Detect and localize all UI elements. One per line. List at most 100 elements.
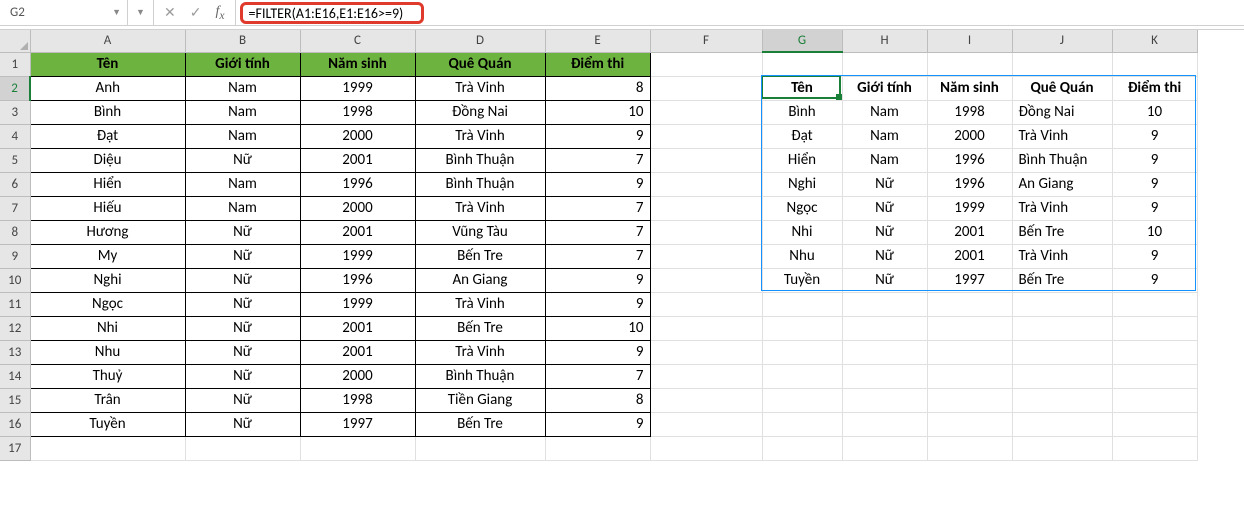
cell-J4[interactable]: Trà Vinh xyxy=(1012,124,1112,148)
cell-C9[interactable]: 1999 xyxy=(300,244,415,268)
cell-G11[interactable] xyxy=(762,292,842,316)
cell-J7[interactable]: Trà Vinh xyxy=(1012,196,1112,220)
cell-I5[interactable]: 1996 xyxy=(927,148,1012,172)
cell-I10[interactable]: 1997 xyxy=(927,268,1012,292)
cell-D5[interactable]: Bình Thuận xyxy=(415,148,545,172)
cell-A8[interactable]: Hương xyxy=(30,220,185,244)
cell-H13[interactable] xyxy=(842,340,927,364)
cell-I9[interactable]: 2001 xyxy=(927,244,1012,268)
cell-F17[interactable] xyxy=(650,436,762,460)
cell-B2[interactable]: Nam xyxy=(185,76,300,100)
name-box[interactable]: G2 ▼ xyxy=(0,0,128,25)
cell-K1[interactable] xyxy=(1112,52,1197,76)
cell-E5[interactable]: 7 xyxy=(545,148,650,172)
cell-D13[interactable]: Trà Vinh xyxy=(415,340,545,364)
cell-H9[interactable]: Nữ xyxy=(842,244,927,268)
cell-I14[interactable] xyxy=(927,364,1012,388)
cell-D10[interactable]: An Giang xyxy=(415,268,545,292)
cell-C3[interactable]: 1998 xyxy=(300,100,415,124)
cell-H11[interactable] xyxy=(842,292,927,316)
cell-H5[interactable]: Nam xyxy=(842,148,927,172)
cell-G3[interactable]: Bình xyxy=(762,100,842,124)
cell-E8[interactable]: 7 xyxy=(545,220,650,244)
cell-K11[interactable] xyxy=(1112,292,1197,316)
formula-input-wrap[interactable]: =FILTER(A1:E16,E1:E16>=9) xyxy=(236,0,1244,25)
cell-D6[interactable]: Bình Thuận xyxy=(415,172,545,196)
cell-K5[interactable]: 9 xyxy=(1112,148,1197,172)
cell-J10[interactable]: Bến Tre xyxy=(1012,268,1112,292)
cell-K6[interactable]: 9 xyxy=(1112,172,1197,196)
cell-J1[interactable] xyxy=(1012,52,1112,76)
cell-G7[interactable]: Ngọc xyxy=(762,196,842,220)
cell-B15[interactable]: Nữ xyxy=(185,388,300,412)
cell-C13[interactable]: 2001 xyxy=(300,340,415,364)
tableA-header-3[interactable]: Quê Quán xyxy=(415,52,545,76)
cell-J8[interactable]: Bến Tre xyxy=(1012,220,1112,244)
cell-A15[interactable]: Trân xyxy=(30,388,185,412)
cell-E6[interactable]: 9 xyxy=(545,172,650,196)
tableB-header-1[interactable]: Giới tính xyxy=(842,76,927,100)
cell-F13[interactable] xyxy=(650,340,762,364)
cell-B5[interactable]: Nữ xyxy=(185,148,300,172)
cell-C8[interactable]: 2001 xyxy=(300,220,415,244)
cell-J3[interactable]: Đồng Nai xyxy=(1012,100,1112,124)
cell-D11[interactable]: Trà Vinh xyxy=(415,292,545,316)
row-header-2[interactable]: 2 xyxy=(0,76,30,100)
cell-G9[interactable]: Nhu xyxy=(762,244,842,268)
cell-B10[interactable]: Nữ xyxy=(185,268,300,292)
col-header-A[interactable]: A xyxy=(30,30,185,52)
cell-J9[interactable]: Trà Vinh xyxy=(1012,244,1112,268)
expand-formula-bar-icon[interactable]: ▼ xyxy=(128,0,154,25)
row-header-8[interactable]: 8 xyxy=(0,220,30,244)
cell-H16[interactable] xyxy=(842,412,927,436)
tableA-header-0[interactable]: Tên xyxy=(30,52,185,76)
cell-H7[interactable]: Nữ xyxy=(842,196,927,220)
cell-H17[interactable] xyxy=(842,436,927,460)
cell-E11[interactable]: 9 xyxy=(545,292,650,316)
cell-A7[interactable]: Hiếu xyxy=(30,196,185,220)
cell-D2[interactable]: Trà Vinh xyxy=(415,76,545,100)
cell-I11[interactable] xyxy=(927,292,1012,316)
col-header-J[interactable]: J xyxy=(1012,30,1112,52)
cell-K4[interactable]: 9 xyxy=(1112,124,1197,148)
cell-A4[interactable]: Đạt xyxy=(30,124,185,148)
cell-G14[interactable] xyxy=(762,364,842,388)
col-header-B[interactable]: B xyxy=(185,30,300,52)
cell-C12[interactable]: 2001 xyxy=(300,316,415,340)
cell-I17[interactable] xyxy=(927,436,1012,460)
row-header-4[interactable]: 4 xyxy=(0,124,30,148)
cell-B6[interactable]: Nam xyxy=(185,172,300,196)
cell-A11[interactable]: Ngọc xyxy=(30,292,185,316)
cell-K10[interactable]: 9 xyxy=(1112,268,1197,292)
cell-I7[interactable]: 1999 xyxy=(927,196,1012,220)
cell-C6[interactable]: 1996 xyxy=(300,172,415,196)
cell-F2[interactable] xyxy=(650,76,762,100)
cell-F7[interactable] xyxy=(650,196,762,220)
row-header-1[interactable]: 1 xyxy=(0,52,30,76)
row-header-15[interactable]: 15 xyxy=(0,388,30,412)
cell-A5[interactable]: Diệu xyxy=(30,148,185,172)
tableA-header-4[interactable]: Điểm thi xyxy=(545,52,650,76)
cell-I16[interactable] xyxy=(927,412,1012,436)
row-header-7[interactable]: 7 xyxy=(0,196,30,220)
cell-K13[interactable] xyxy=(1112,340,1197,364)
cell-K12[interactable] xyxy=(1112,316,1197,340)
cell-G10[interactable]: Tuyền xyxy=(762,268,842,292)
row-header-6[interactable]: 6 xyxy=(0,172,30,196)
cell-G8[interactable]: Nhi xyxy=(762,220,842,244)
cell-E16[interactable]: 9 xyxy=(545,412,650,436)
cell-K7[interactable]: 9 xyxy=(1112,196,1197,220)
cell-C7[interactable]: 2000 xyxy=(300,196,415,220)
cell-I8[interactable]: 2001 xyxy=(927,220,1012,244)
cell-G6[interactable]: Nghi xyxy=(762,172,842,196)
cell-B11[interactable]: Nữ xyxy=(185,292,300,316)
cell-G13[interactable] xyxy=(762,340,842,364)
cell-B17[interactable] xyxy=(185,436,300,460)
tableB-header-2[interactable]: Năm sinh xyxy=(927,76,1012,100)
tableB-header-0[interactable]: Tên xyxy=(762,76,842,100)
cell-K15[interactable] xyxy=(1112,388,1197,412)
cell-J6[interactable]: An Giang xyxy=(1012,172,1112,196)
cell-B3[interactable]: Nam xyxy=(185,100,300,124)
cell-D8[interactable]: Vũng Tàu xyxy=(415,220,545,244)
cell-A14[interactable]: Thuỷ xyxy=(30,364,185,388)
